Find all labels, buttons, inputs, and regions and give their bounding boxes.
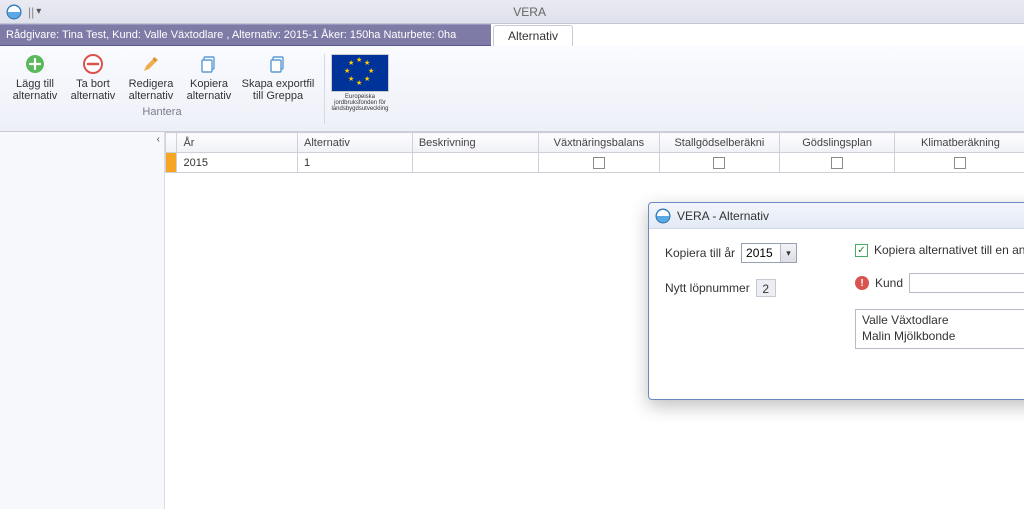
table-row[interactable]: 2015 1: [166, 153, 1024, 173]
chevron-down-icon[interactable]: ▾: [780, 244, 796, 262]
col-description[interactable]: Beskrivning: [412, 133, 538, 153]
collapse-nav-icon[interactable]: ‹: [157, 134, 160, 145]
row-indicator: [166, 153, 177, 173]
error-icon: !: [855, 276, 869, 290]
add-l2: alternativ: [13, 90, 58, 102]
cell-year[interactable]: 2015: [177, 153, 298, 173]
dialog-title: VERA - Alternativ: [677, 209, 769, 223]
eu-caption: Europeiska jordbruksfonden för landsbygd…: [331, 94, 389, 112]
quick-access-dropdown[interactable]: ▾: [36, 6, 41, 17]
checkbox-icon[interactable]: [831, 157, 843, 169]
grid-area: År Alternativ Beskrivning Växtnäringsbal…: [165, 132, 1024, 509]
kund-listbox[interactable]: Valle Växtodlare Malin Mjölkbonde: [855, 309, 1024, 349]
copy-l1: Kopiera: [190, 78, 228, 90]
del-l2: alternativ: [71, 90, 116, 102]
copy-to-year-label: Kopiera till år: [665, 246, 735, 260]
copy-to-other-label: Kopiera alternativet till en annan kund: [874, 243, 1024, 257]
cell-manure[interactable]: [659, 153, 780, 173]
edit-l2: alternativ: [129, 90, 174, 102]
cell-climate[interactable]: [894, 153, 1024, 173]
checkbox-icon[interactable]: [713, 157, 725, 169]
del-l1: Ta bort: [76, 78, 110, 90]
edit-alternative-button[interactable]: Redigeraalternativ: [122, 50, 180, 104]
copy-alternative-button[interactable]: Kopieraalternativ: [180, 50, 238, 104]
workspace: ‹ År Alternativ Beskrivning Växtnäringsb…: [0, 132, 1024, 509]
col-fertilization-plan[interactable]: Gödslingsplan: [780, 133, 895, 153]
checkbox-icon[interactable]: [593, 157, 605, 169]
app-icon: [655, 208, 671, 224]
add-alternative-button[interactable]: Lägg tillalternativ: [6, 50, 64, 104]
kund-label: Kund: [875, 276, 903, 290]
col-manure-calc[interactable]: Stallgödselberäkni: [659, 133, 780, 153]
info-bar: Rådgivare: Tina Test, Kund: Valle Växtod…: [0, 24, 1024, 46]
add-l1: Lägg till: [16, 78, 54, 90]
delete-alternative-button[interactable]: Ta bortalternativ: [64, 50, 122, 104]
dialog-titlebar[interactable]: VERA - Alternativ ✕: [649, 203, 1024, 229]
cell-fert[interactable]: [780, 153, 895, 173]
navigation-pane: ‹: [0, 132, 165, 509]
plus-icon: [23, 52, 47, 76]
list-item[interactable]: Malin Mjölkbonde: [862, 328, 1024, 344]
copy-to-year-combo[interactable]: ▾: [741, 243, 797, 263]
titlebar-separator: ||: [28, 5, 34, 19]
kund-input[interactable]: [909, 273, 1024, 293]
ribbon-group-hantera: Lägg tillalternativ Ta bortalternativ Re…: [6, 50, 318, 118]
new-seq-label: Nytt löpnummer: [665, 281, 750, 295]
app-icon: [6, 4, 22, 20]
checkbox-icon[interactable]: [954, 157, 966, 169]
title-bar: || ▾ VERA: [0, 0, 1024, 24]
copy-to-year-input[interactable]: [742, 244, 780, 262]
cell-alt[interactable]: 1: [298, 153, 413, 173]
export-l1: Skapa exportfil: [242, 78, 315, 90]
export-icon: [266, 52, 290, 76]
eu-flag-icon: ★ ★ ★ ★ ★ ★ ★ ★: [331, 54, 389, 92]
col-nutrient-balance[interactable]: Växtnäringsbalans: [539, 133, 660, 153]
pencil-icon: [139, 52, 163, 76]
col-alternative[interactable]: Alternativ: [298, 133, 413, 153]
row-header-col: [166, 133, 177, 153]
alternatives-grid[interactable]: År Alternativ Beskrivning Växtnäringsbal…: [165, 132, 1024, 173]
export-greppa-button[interactable]: Skapa exportfiltill Greppa: [238, 50, 318, 104]
new-seq-value: 2: [756, 279, 776, 297]
cell-nutri[interactable]: [539, 153, 660, 173]
copy-to-other-checkbox[interactable]: ✓: [855, 244, 868, 257]
tab-alternativ[interactable]: Alternativ: [493, 25, 573, 46]
ribbon: Lägg tillalternativ Ta bortalternativ Re…: [0, 46, 1024, 132]
minus-icon: [81, 52, 105, 76]
cell-desc[interactable]: [412, 153, 538, 173]
app-title: VERA: [513, 5, 546, 19]
edit-l1: Redigera: [129, 78, 174, 90]
export-l2: till Greppa: [253, 90, 303, 102]
copy-l2: alternativ: [187, 90, 232, 102]
ribbon-group-label: Hantera: [142, 106, 181, 118]
ribbon-separator: [324, 54, 325, 124]
copy-icon: [197, 52, 221, 76]
col-climate-calc[interactable]: Klimatberäkning: [894, 133, 1024, 153]
context-info: Rådgivare: Tina Test, Kund: Valle Växtod…: [0, 24, 491, 46]
list-item[interactable]: Valle Växtodlare: [862, 312, 1024, 328]
col-year[interactable]: År: [177, 133, 298, 153]
copy-alternative-dialog: VERA - Alternativ ✕ Kopiera till år ▾: [648, 202, 1024, 400]
dialog-body: Kopiera till år ▾ Nytt löpnummer 2 ✓: [649, 229, 1024, 399]
